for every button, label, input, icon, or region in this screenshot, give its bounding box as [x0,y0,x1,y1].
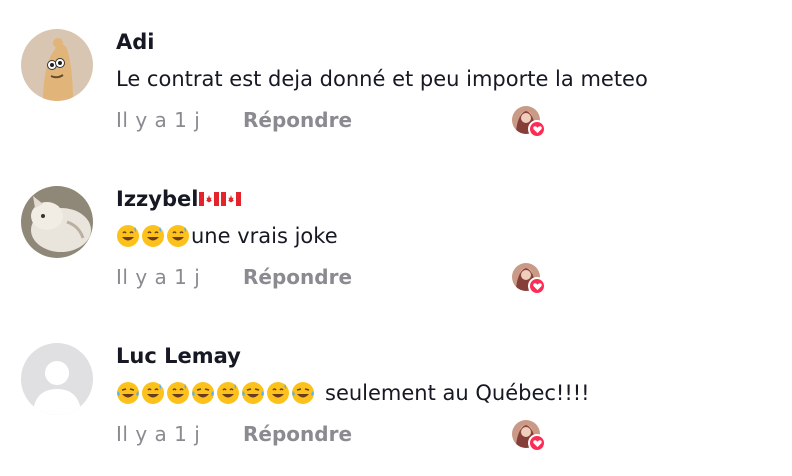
reply-button[interactable]: Répondre [243,422,352,446]
character-avatar-icon [21,29,93,101]
heart-icon [528,120,547,138]
creator-liked-badge [512,263,547,295]
default-user-avatar-icon [21,343,93,415]
username[interactable]: Izzybel [116,186,772,212]
tears-of-joy-icon [192,382,214,404]
emoji-group [116,224,191,248]
timestamp: Il y a 1 j [116,422,201,446]
tears-of-joy-icon [292,382,314,404]
username[interactable]: Adi [116,29,772,55]
heart-icon [528,277,547,295]
timestamp: Il y a 1 j [116,108,201,132]
flags [199,192,243,206]
heart-icon [528,434,547,452]
cat-photo-avatar-icon [21,186,93,258]
grinning-sweat-icon [142,225,164,247]
comment-content: Izzybel une vrais joke Il y a 1 j Répond… [116,186,772,295]
username-label: Adi [116,30,155,54]
comment-content: Luc Lemay seulement au Québec!!!! Il y a… [116,343,772,452]
comment-meta: Il y a 1 j Répondre [116,262,772,295]
comment-text-label: Le contrat est deja donné et peu importe… [116,67,648,91]
grinning-sweat-icon [117,225,139,247]
comment-meta: Il y a 1 j Répondre [116,419,772,452]
reply-button[interactable]: Répondre [243,108,352,132]
comment-text-label: seulement au Québec!!!! [325,381,590,405]
avatar[interactable] [21,29,93,101]
emoji-group [116,381,316,405]
creator-liked-badge [512,420,547,452]
comment-text: une vrais joke [116,222,772,250]
tears-of-joy-icon [242,382,264,404]
username-label: Izzybel [116,187,199,211]
timestamp: Il y a 1 j [116,265,201,289]
username[interactable]: Luc Lemay [116,343,772,369]
grinning-sweat-icon [142,382,164,404]
tears-of-joy-icon [117,382,139,404]
comment-text: Le contrat est deja donné et peu importe… [116,65,772,93]
grinning-sweat-icon [217,382,239,404]
comment-text-label: une vrais joke [191,224,338,248]
avatar[interactable] [21,343,93,415]
comment-text: seulement au Québec!!!! [116,379,772,407]
comment-content: Adi Le contrat est deja donné et peu imp… [116,29,772,138]
reply-button[interactable]: Répondre [243,265,352,289]
grinning-sweat-icon [267,382,289,404]
canada-flag-icon [221,192,242,206]
grinning-sweat-icon [167,382,189,404]
creator-liked-badge [512,106,547,138]
username-label: Luc Lemay [116,344,241,368]
grinning-sweat-icon [167,225,189,247]
comment-meta: Il y a 1 j Répondre [116,105,772,138]
canada-flag-icon [199,192,220,206]
avatar[interactable] [21,186,93,258]
